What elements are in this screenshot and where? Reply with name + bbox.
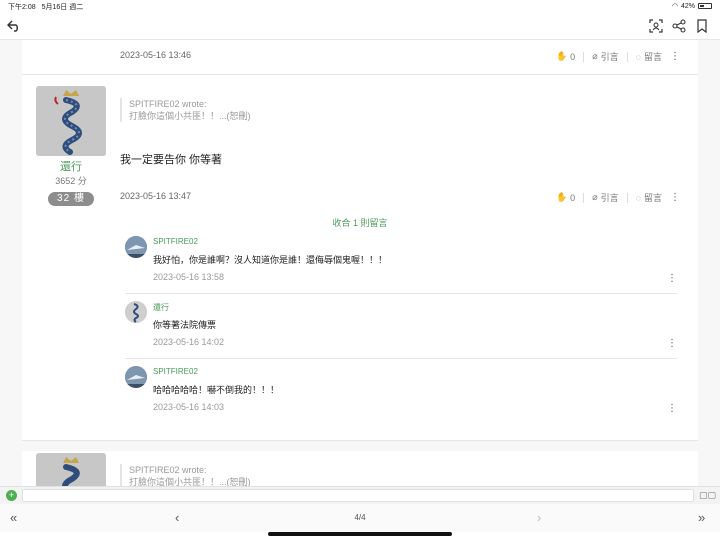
quote-text: 打臉你這個小共匪！！...(恕刪) bbox=[129, 477, 251, 486]
more-options-icon[interactable]: ⋮ bbox=[667, 404, 677, 414]
comment-item: SPITFIRE02 哈哈哈哈哈！嚇不倒我的！！！ 2023-05-16 14:… bbox=[125, 366, 677, 416]
quote-text: 打臉你這個小共匪！！...(恕刪) bbox=[129, 111, 251, 121]
quote-label: 引言 bbox=[600, 193, 619, 203]
comment-divider bbox=[125, 358, 677, 359]
status-bar: 下午2:08 5月16日 週二 ◠ 42% bbox=[0, 0, 720, 12]
more-options-icon[interactable]: ⋮ bbox=[670, 51, 680, 62]
comment-avatar[interactable] bbox=[125, 236, 147, 258]
clap-icon: ✋ bbox=[555, 51, 568, 61]
top-toolbar bbox=[0, 12, 720, 40]
divider bbox=[583, 192, 585, 203]
comment-item: 還行 你等著法院傳票 2023-05-16 14:02 ⋮ bbox=[125, 301, 677, 351]
like-button[interactable]: ✋ 0 bbox=[556, 51, 575, 62]
comment-avatar[interactable] bbox=[125, 301, 147, 323]
post-body: 我一定要告你 你等著 bbox=[120, 154, 223, 166]
comment-button[interactable]: ◌ 留言 bbox=[636, 191, 662, 204]
post-actions: ✋ 0 ⌀ 引言 ◌ 留言 ⋮ bbox=[556, 191, 680, 204]
user-avatar[interactable] bbox=[36, 453, 106, 486]
reply-bar: + ▢▢ bbox=[0, 486, 720, 504]
reply-input[interactable] bbox=[22, 489, 694, 502]
speech-bubble-icon: ◌ bbox=[635, 192, 641, 203]
next-post-card: SPITFIRE02 wrote: 打臉你這個小共匪！！...(恕刪) bbox=[22, 451, 698, 486]
page-indicator[interactable]: 4/4 bbox=[340, 513, 380, 522]
comment-time: 2023-05-16 14:03 bbox=[153, 402, 225, 412]
comment-time: 2023-05-16 14:02 bbox=[153, 337, 225, 347]
speech-bubble-icon: ◌ bbox=[635, 51, 641, 62]
post-time: 2023-05-16 13:46 bbox=[120, 50, 192, 60]
prev-page-icon[interactable]: ‹ bbox=[175, 510, 179, 525]
battery-icon bbox=[698, 3, 712, 9]
last-page-icon[interactable]: » bbox=[698, 510, 705, 525]
quote-author: SPITFIRE02 wrote: bbox=[129, 99, 207, 109]
reply-back-icon[interactable] bbox=[4, 16, 24, 36]
divider bbox=[626, 51, 628, 62]
post-divider bbox=[22, 440, 698, 441]
quote-author: SPITFIRE02 wrote: bbox=[129, 465, 207, 475]
like-button[interactable]: ✋ 0 bbox=[556, 192, 575, 203]
paperclip-icon: ⌀ bbox=[592, 192, 598, 202]
serpent-crest-icon bbox=[36, 453, 106, 486]
status-time-date: 下午2:08 5月16日 週二 bbox=[8, 2, 83, 12]
comment-author[interactable]: SPITFIRE02 bbox=[153, 237, 198, 246]
comment-label: 留言 bbox=[643, 52, 662, 62]
quote-block: SPITFIRE02 wrote: 打臉你這個小共匪！！...(恕刪) bbox=[120, 98, 251, 122]
share-icon[interactable] bbox=[669, 16, 689, 36]
post-actions: ✋ 0 ⌀ 引言 ◌ 留言 ⋮ bbox=[556, 50, 680, 63]
status-time: 下午2:08 bbox=[8, 4, 36, 11]
keyboard-icon[interactable]: ▢▢ bbox=[699, 490, 716, 501]
comment-avatar[interactable] bbox=[125, 366, 147, 388]
post-card: 還行 3652 分 32 樓 SPITFIRE02 wrote: 打臉你這個小共… bbox=[22, 75, 698, 441]
user-score: 3652 分 bbox=[55, 176, 87, 186]
previous-post-footer: 2023-05-16 13:46 ✋ 0 ⌀ 引言 ◌ 留言 ⋮ bbox=[22, 40, 698, 75]
quote-button[interactable]: ⌀ 引言 bbox=[592, 50, 618, 63]
serpent-crest-icon bbox=[125, 301, 147, 323]
comment-text: 哈哈哈哈哈！嚇不倒我的！！！ bbox=[153, 385, 280, 395]
comment-text: 我好怕，你是誰啊？沒人知道你是誰！還侮辱個鬼喔！！！ bbox=[153, 255, 388, 265]
paperclip-icon: ⌀ bbox=[592, 51, 598, 61]
more-options-icon[interactable]: ⋮ bbox=[670, 192, 680, 203]
user-avatar[interactable] bbox=[36, 86, 106, 156]
quote-block: SPITFIRE02 wrote: 打臉你這個小共匪！！...(恕刪) bbox=[120, 464, 251, 486]
scan-icon[interactable] bbox=[646, 16, 666, 36]
serpent-crest-icon bbox=[36, 86, 106, 156]
like-count: 0 bbox=[570, 51, 576, 62]
thread-content[interactable]: 2023-05-16 13:46 ✋ 0 ⌀ 引言 ◌ 留言 ⋮ 還行 3652 分 … bbox=[0, 40, 720, 486]
comment-label: 留言 bbox=[643, 193, 662, 203]
comment-divider bbox=[125, 293, 677, 294]
jet-photo-icon bbox=[125, 366, 147, 388]
post-time: 2023-05-16 13:47 bbox=[120, 191, 192, 201]
next-page-icon[interactable]: › bbox=[537, 510, 541, 525]
more-options-icon[interactable]: ⋮ bbox=[667, 339, 677, 349]
more-options-icon[interactable]: ⋮ bbox=[667, 274, 677, 284]
status-right: ◠ 42% bbox=[672, 2, 712, 10]
comment-author[interactable]: SPITFIRE02 bbox=[153, 367, 198, 376]
add-icon[interactable]: + bbox=[6, 490, 17, 501]
wifi-icon: ◠ bbox=[671, 3, 678, 10]
username[interactable]: 還行 bbox=[36, 158, 106, 174]
first-page-icon[interactable]: « bbox=[10, 510, 17, 525]
status-date: 5月16日 週二 bbox=[41, 4, 84, 11]
pagination-bar: « ‹ 4/4 › » bbox=[0, 504, 720, 532]
clap-icon: ✋ bbox=[555, 192, 568, 202]
comment-item: SPITFIRE02 我好怕，你是誰啊？沒人知道你是誰！還侮辱個鬼喔！！！ 20… bbox=[125, 236, 677, 286]
jet-photo-icon bbox=[125, 236, 147, 258]
comment-text: 你等著法院傳票 bbox=[153, 320, 217, 330]
bookmark-icon[interactable] bbox=[692, 16, 712, 36]
comment-time: 2023-05-16 13:58 bbox=[153, 272, 225, 282]
divider bbox=[583, 51, 585, 62]
collapse-comments-link[interactable]: 收合 1 則留言 bbox=[22, 216, 698, 229]
battery-percent: 42% bbox=[680, 2, 695, 10]
home-indicator bbox=[268, 532, 452, 536]
comment-button[interactable]: ◌ 留言 bbox=[636, 50, 662, 63]
like-count: 0 bbox=[570, 192, 576, 203]
floor-badge: 32 樓 bbox=[48, 192, 94, 206]
quote-button[interactable]: ⌀ 引言 bbox=[592, 191, 618, 204]
quote-label: 引言 bbox=[600, 52, 619, 62]
divider bbox=[626, 192, 628, 203]
comment-author[interactable]: 還行 bbox=[153, 302, 169, 313]
